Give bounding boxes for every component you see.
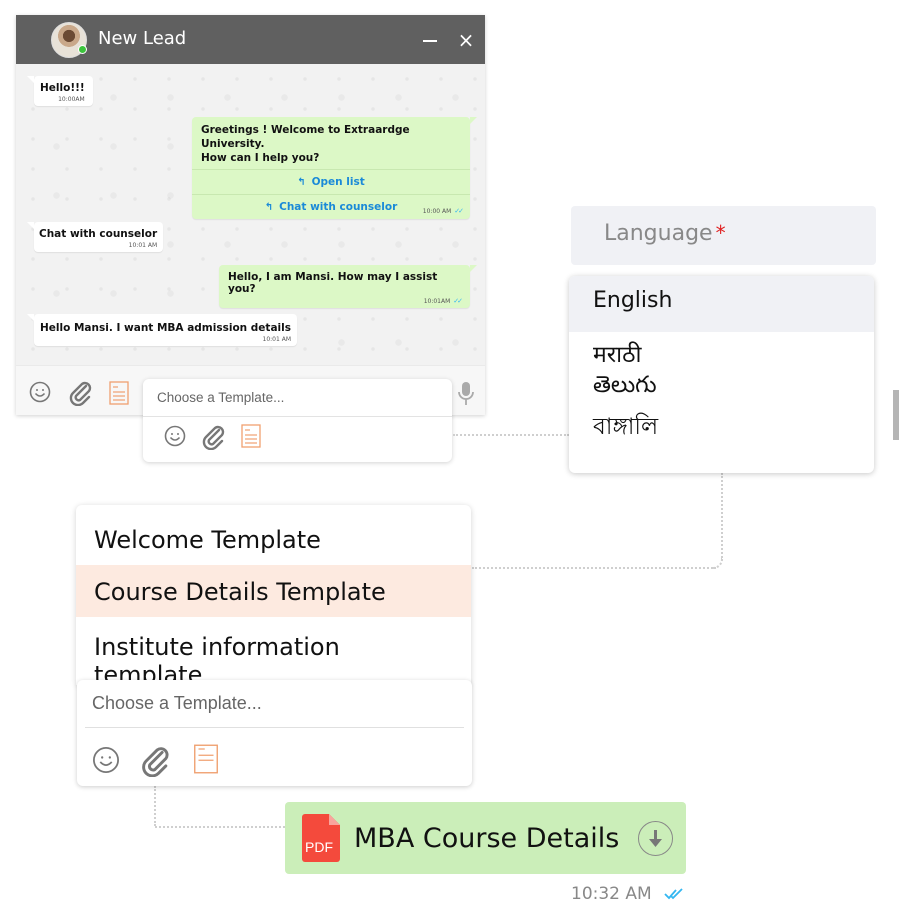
reply-icon: ↰: [264, 202, 274, 213]
minimize-button[interactable]: [420, 27, 440, 42]
emoji-icon[interactable]: [164, 425, 186, 447]
connector-line: [721, 473, 723, 561]
message-text: Hello, I am Mansi. How may I assist you?: [228, 271, 438, 295]
template-composer-small: Choose a Template...: [143, 379, 452, 462]
pdf-type-label: PDF: [305, 839, 333, 855]
scrollbar-thumb[interactable]: [893, 390, 899, 440]
document-message[interactable]: PDF MBA Course Details: [285, 802, 686, 874]
template-option-course-details[interactable]: Course Details Template: [76, 565, 471, 617]
template-dropdown: Welcome Template Course Details Template…: [76, 505, 471, 689]
online-status-indicator: [78, 45, 87, 54]
template-option-welcome[interactable]: Welcome Template: [76, 513, 471, 565]
chat-header: New Lead ×: [16, 15, 485, 64]
language-select[interactable]: Language *: [571, 206, 876, 265]
attachment-icon[interactable]: [68, 380, 94, 406]
emoji-icon[interactable]: [92, 746, 120, 774]
read-ticks-icon: ✓✓: [454, 207, 464, 215]
divider: [143, 416, 452, 417]
message-time: 10:00AM: [58, 96, 85, 103]
divider: [85, 727, 464, 728]
pdf-file-icon: PDF: [302, 814, 340, 862]
message-text-line2: How can I help you?: [201, 152, 320, 164]
language-option-telugu[interactable]: తెలుగు: [593, 372, 657, 404]
template-option-institute-information[interactable]: Institute information template: [76, 620, 471, 689]
read-ticks-icon: [664, 888, 684, 900]
document-time: 10:32 AM: [571, 884, 652, 902]
message-outgoing: Hello, I am Mansi. How may I assist you?…: [219, 265, 477, 308]
message-incoming: Chat with counselor 10:01 AM: [26, 222, 164, 252]
template-icon[interactable]: [109, 381, 129, 405]
message-time: 10:01 AM: [128, 242, 158, 249]
chat-title: New Lead: [98, 28, 187, 49]
template-icon[interactable]: [241, 424, 261, 448]
language-label: Language *: [604, 221, 726, 246]
download-icon[interactable]: [638, 821, 673, 856]
attachment-icon[interactable]: [140, 745, 172, 777]
message-incoming: Hello!!! 10:00AM: [27, 76, 93, 106]
message-text: Hello Mansi. I want MBA admission detail…: [40, 322, 291, 334]
template-icon[interactable]: [193, 744, 219, 774]
template-input-placeholder[interactable]: Choose a Template...: [92, 693, 262, 714]
message-text-line1: Greetings ! Welcome to Extraardge Univer…: [201, 124, 410, 150]
template-composer-large: Choose a Template...: [77, 680, 472, 786]
contact-avatar[interactable]: [51, 22, 87, 58]
reply-icon: ↰: [297, 177, 306, 188]
language-option-english[interactable]: English: [569, 276, 874, 332]
required-asterisk: *: [715, 221, 726, 245]
microphone-icon[interactable]: [457, 381, 475, 407]
connector-line: [155, 826, 285, 828]
quick-reply-open-list[interactable]: ↰ Open list: [192, 169, 470, 194]
language-option-marathi[interactable]: मराठी: [593, 337, 641, 369]
message-outgoing-with-quick-replies: Greetings ! Welcome to Extraardge Univer…: [192, 117, 477, 219]
chat-window: New Lead × Hello!!! 10:00AM Greetings ! …: [16, 15, 485, 415]
language-option-bengali[interactable]: বাঙ্গালি: [593, 408, 658, 447]
chat-messages[interactable]: Hello!!! 10:00AM Greetings ! Welcome to …: [16, 64, 485, 365]
connector-corner: [712, 557, 723, 569]
template-input-placeholder[interactable]: Choose a Template...: [157, 390, 284, 405]
message-text: Chat with counselor: [39, 228, 158, 240]
message-time: 10:01AM ✓✓: [423, 297, 463, 305]
language-dropdown: English मराठी తెలుగు বাঙ্গালি: [569, 276, 874, 473]
document-name: MBA Course Details: [354, 823, 620, 854]
message-incoming: Hello Mansi. I want MBA admission detail…: [27, 314, 297, 346]
message-time: 10:01 AM: [262, 336, 291, 343]
message-time: 10:00 AM ✓✓: [422, 207, 464, 215]
close-button[interactable]: ×: [456, 28, 476, 52]
read-ticks-icon: ✓✓: [453, 297, 463, 305]
connector-line: [154, 786, 156, 826]
connector-line: [472, 567, 716, 569]
attachment-icon[interactable]: [201, 424, 227, 450]
emoji-icon[interactable]: [29, 381, 51, 403]
connector-line: [453, 434, 569, 436]
message-text: Hello!!!: [40, 82, 85, 94]
